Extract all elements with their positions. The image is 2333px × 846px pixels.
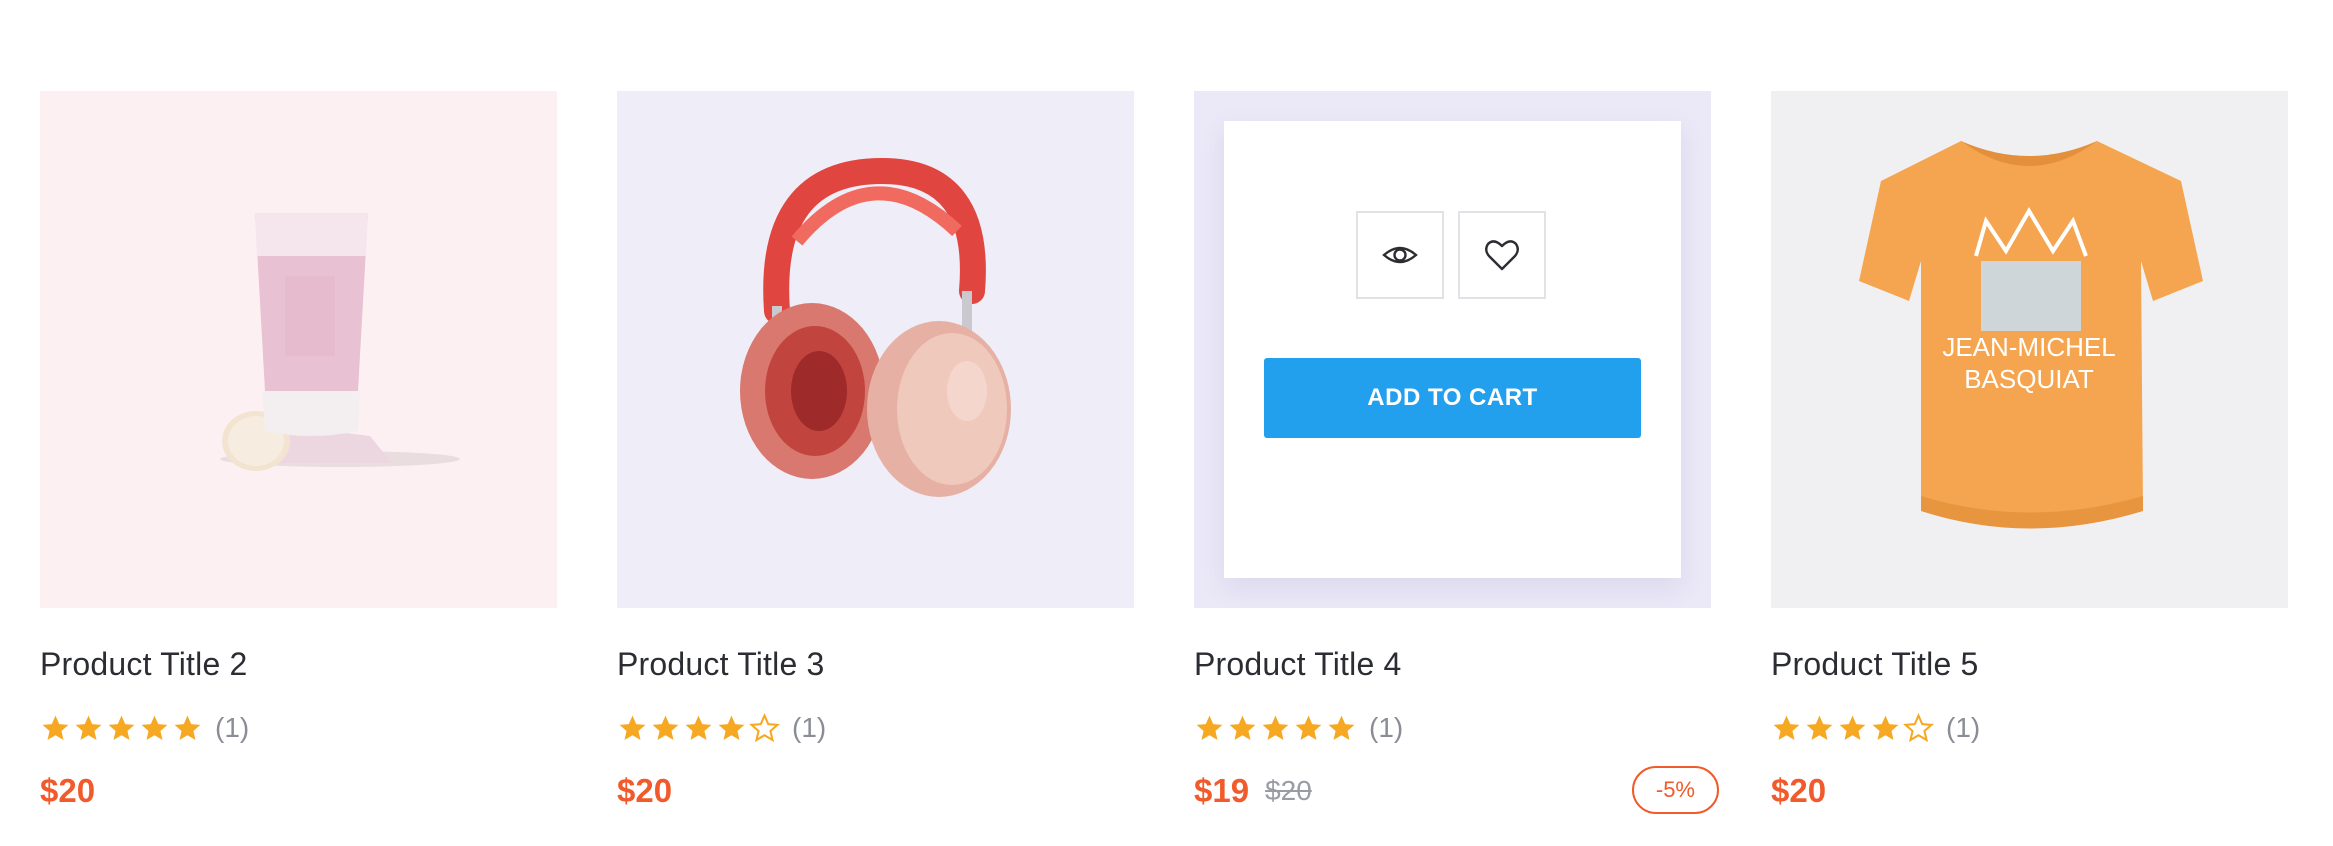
product-card[interactable]: JEAN-MICHEL BASQUIAT Product Title 5 (1)… (1771, 91, 2288, 816)
star-empty-icon (1903, 712, 1934, 742)
star-filled-icon (718, 715, 745, 740)
star-filled-icon (1806, 715, 1833, 740)
review-count: (1) (792, 712, 827, 743)
product-image[interactable] (40, 91, 557, 608)
star-rating (1771, 712, 1934, 744)
product-card[interactable]: Product Title 3 (1) $20 (617, 91, 1134, 816)
star-filled-icon (619, 715, 646, 740)
product-rating: (1) (40, 708, 557, 748)
cosmetic-tube-image (220, 213, 460, 471)
review-count: (1) (215, 712, 250, 743)
quick-view-button[interactable] (1356, 211, 1444, 299)
product-rating: (1) (1194, 708, 1711, 748)
product-title[interactable]: Product Title 4 (1194, 644, 1711, 684)
star-filled-icon (1295, 715, 1322, 740)
product-title[interactable]: Product Title 2 (40, 644, 557, 684)
star-rating (40, 713, 203, 744)
price: $19 (1194, 772, 1250, 809)
review-count: (1) (1946, 712, 1981, 743)
star-filled-icon (42, 715, 69, 740)
star-filled-icon (1839, 715, 1866, 740)
headphones-image (740, 157, 1011, 497)
add-to-cart-button[interactable]: ADD TO CART (1264, 358, 1641, 438)
product-title[interactable]: Product Title 3 (617, 644, 1134, 684)
star-filled-icon (1262, 715, 1289, 740)
star-rating (1194, 713, 1357, 744)
tshirt-image: JEAN-MICHEL BASQUIAT (1859, 141, 2203, 529)
tshirt-print-line2: BASQUIAT (1964, 364, 2094, 394)
product-image[interactable]: ADD TO CART (1194, 91, 1711, 608)
star-rating (617, 712, 780, 744)
review-count: (1) (1369, 712, 1404, 743)
star-filled-icon (1196, 715, 1223, 740)
wishlist-button[interactable] (1458, 211, 1546, 299)
product-card[interactable]: Product Title 2 (1) $20 (40, 91, 557, 816)
product-rating: (1) (617, 708, 1134, 748)
discount-badge: -5% (1631, 766, 1719, 814)
product-title[interactable]: Product Title 5 (1771, 644, 2288, 684)
product-card[interactable]: ADD TO CART Product Title 4 (1) $19 $20 … (1194, 91, 1719, 816)
star-filled-icon (1328, 715, 1355, 740)
star-filled-icon (75, 715, 102, 740)
hover-overlay: ADD TO CART (1224, 121, 1681, 578)
star-filled-icon (685, 715, 712, 740)
heart-icon (1485, 240, 1519, 271)
product-image[interactable] (617, 91, 1134, 608)
price: $20 (1771, 772, 1827, 809)
tshirt-print-line1: JEAN-MICHEL (1942, 332, 2115, 362)
eye-icon (1382, 246, 1418, 264)
price: $20 (40, 772, 96, 809)
star-filled-icon (1229, 715, 1256, 740)
product-rating: (1) (1771, 708, 2288, 748)
star-filled-icon (652, 715, 679, 740)
star-filled-icon (174, 715, 201, 740)
star-empty-icon (749, 712, 780, 742)
product-image[interactable]: JEAN-MICHEL BASQUIAT (1771, 91, 2288, 608)
star-filled-icon (108, 715, 135, 740)
old-price: $20 (1265, 775, 1312, 806)
star-filled-icon (1773, 715, 1800, 740)
star-filled-icon (141, 715, 168, 740)
star-filled-icon (1872, 715, 1899, 740)
price: $20 (617, 772, 673, 809)
